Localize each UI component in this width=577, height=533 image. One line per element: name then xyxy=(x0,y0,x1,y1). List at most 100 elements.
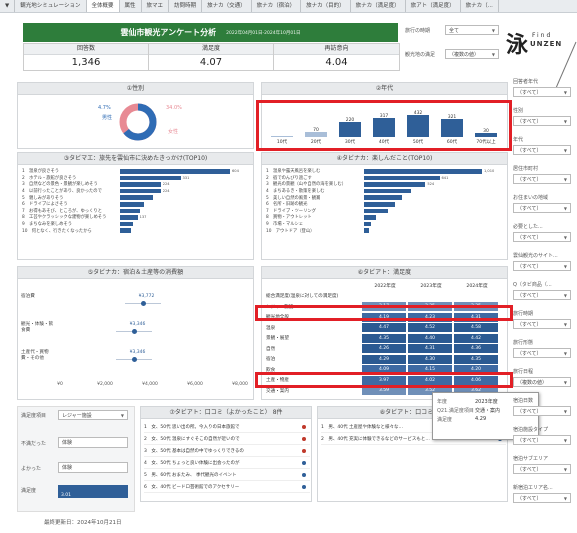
sat-cell[interactable]: 4.35 xyxy=(362,333,406,343)
bar-value: 604 xyxy=(232,169,239,174)
satisfied-field[interactable]: 体験 xyxy=(58,462,128,473)
sheet-tab[interactable]: 観光地シミュレーション xyxy=(15,0,87,12)
bar-row[interactable]: 7 ドライブ・ツーリング xyxy=(266,208,506,215)
sat-row[interactable]: 総合満足度(温泉に対しての満足度) xyxy=(262,291,507,301)
sidebar-filter-select[interactable]: （すべて） ▼ xyxy=(513,174,571,184)
sat-cell[interactable]: 4.31 xyxy=(408,344,452,353)
sat-row[interactable]: 宿泊 4.29 4.30 4.35 xyxy=(262,354,507,364)
sidebar-filter-select[interactable]: （すべて） ▼ xyxy=(513,116,571,126)
sidebar-filter-select[interactable]: （すべて） ▼ xyxy=(513,87,571,97)
spend-dot[interactable] xyxy=(131,329,137,334)
sat-cell[interactable]: 4.52 xyxy=(408,323,452,332)
sat-cell[interactable] xyxy=(454,291,498,301)
sat-cell[interactable]: 4.29 xyxy=(362,354,406,364)
sheet-tab[interactable]: 旅ナカ（宿泊） xyxy=(252,0,302,12)
bar-row[interactable]: 6 ドライブによさそう xyxy=(22,201,252,208)
sheet-tab[interactable]: 旅ナカ（... xyxy=(461,0,499,12)
review-row[interactable]: 1 女、50代 思い出の所。今入りの日本旅館で xyxy=(144,421,310,433)
sat-cell[interactable]: 4.40 xyxy=(408,333,452,343)
review-row[interactable]: 6 女、40代 ビードロ芸術館でのアクセサリー xyxy=(144,481,310,493)
sat-row-label: 自然 xyxy=(266,346,276,352)
review-row[interactable]: 5 男、60代 おまたみ、 季代観光のイベント xyxy=(144,469,310,481)
bar-row[interactable]: 10 アウトドア（登山） xyxy=(266,227,506,234)
age-bar[interactable] xyxy=(441,119,463,137)
sidebar-filter-select[interactable]: （すべて） ▼ xyxy=(513,203,571,213)
panel-title: ③タビマエ：旅先を雲仙市に決めたきっかけ(TOP10) xyxy=(18,153,253,165)
filter-travel-period-select[interactable]: 全て ▼ xyxy=(445,25,499,35)
sat-cell[interactable]: 4.35 xyxy=(454,354,498,364)
spend-axis-tick: ¥6,000 xyxy=(187,382,203,387)
age-bar[interactable] xyxy=(407,115,429,137)
sat-cell[interactable]: 4.26 xyxy=(362,344,406,353)
sheet-tab[interactable]: 旅ナカ（目的） xyxy=(301,0,351,12)
review-row[interactable]: 4 女、50代 ちょっと良い体験に出会ったのが xyxy=(144,457,310,469)
spend-dot[interactable] xyxy=(131,357,137,362)
sat-year-header: 2024年度 xyxy=(466,284,488,289)
bar-row[interactable]: 4 まちあるき・散策を楽しむ xyxy=(266,188,506,195)
gender-male-label: 男性 xyxy=(102,115,113,121)
sheet-tab[interactable]: 旅ナカ（満足度） xyxy=(351,0,406,12)
sidebar-filter-select[interactable]: （すべて） ▼ xyxy=(513,232,571,242)
bar-row[interactable]: 3 観光の景観（山や自然の海を楽しむ） 524 xyxy=(266,181,506,188)
sidebar-filter-select[interactable]: （すべて） ▼ xyxy=(513,493,571,503)
age-bar[interactable] xyxy=(373,118,395,137)
sheet-tab[interactable]: 旅ナカ（交通） xyxy=(202,0,252,12)
bar-row[interactable]: 3 自然などの景色・景観が楽しめそう 224 xyxy=(22,181,252,188)
age-axis-label: 50代 xyxy=(412,140,424,145)
bar-row[interactable]: 4 以前行ったことがあり、良かったので 224 xyxy=(22,188,252,195)
review-row[interactable]: 2 女、50代 温泉にすぐそこの自然が近いので xyxy=(144,433,310,445)
sat-cell[interactable]: 4.36 xyxy=(454,344,498,353)
unsatisfied-field[interactable]: 体験 xyxy=(58,437,128,448)
review-category-select[interactable]: レジャー施設 ▼ xyxy=(58,410,128,420)
sheet-tab[interactable]: 全体概要 xyxy=(86,0,120,12)
review-row[interactable]: 3 女、50代 基本は自然の中でゆっくりできるの xyxy=(144,445,310,457)
bar xyxy=(364,228,369,233)
spend-dot[interactable] xyxy=(140,301,146,306)
filter-satisfaction-select[interactable]: （複数の値） ▼ xyxy=(445,49,499,59)
bar-row[interactable]: 5 美しい自然の風景・観賞 xyxy=(266,194,506,201)
bar-row[interactable]: 9 市場・マルシェ xyxy=(266,221,506,228)
sheet-tab[interactable]: 訪問時期 xyxy=(169,0,203,12)
bar-row[interactable]: 8 工芸やクラッシックな建物が楽しめそう 137 xyxy=(22,214,252,221)
bar-row[interactable]: 10 何となく、行きたくなったから xyxy=(22,227,252,234)
sat-cell[interactable] xyxy=(362,291,406,301)
bar-row[interactable]: 7 お得もあそび、ところが、ゆっくりと xyxy=(22,208,252,215)
sheet-tab[interactable]: 旅マエ xyxy=(142,0,170,12)
sheet-tab[interactable]: 旅アト（満足度） xyxy=(406,0,461,12)
sat-cell[interactable]: 4.58 xyxy=(454,323,498,332)
sheet-tab[interactable]: ▼ xyxy=(0,0,16,12)
bar xyxy=(120,195,153,200)
sat-cell[interactable]: 4.30 xyxy=(408,354,452,364)
motive-bar-list: 1 温泉が良さそう 604 2 ホテル・旅館が良さそう 331 3 自然などの景色・景観… xyxy=(22,168,252,234)
bar-label: 7 ドライブ・ツーリング xyxy=(266,208,316,214)
sidebar-filter-select[interactable]: （すべて） ▼ xyxy=(513,348,571,358)
sidebar-filter-select[interactable]: （すべて） ▼ xyxy=(513,319,571,329)
sidebar-filter-label: 新宿泊エリア名... xyxy=(513,485,553,491)
age-bar[interactable] xyxy=(271,136,293,137)
bar-row[interactable]: 1 温泉が良さそう 604 xyxy=(22,168,252,175)
sidebar-filter-select[interactable]: （すべて） ▼ xyxy=(513,464,571,474)
bar-row[interactable]: 2 ホテル・旅館が良さそう 331 xyxy=(22,175,252,182)
sat-cell[interactable]: 4.47 xyxy=(362,323,406,332)
sidebar-filter-select[interactable]: （すべて） ▼ xyxy=(513,261,571,271)
sat-cell[interactable] xyxy=(408,291,452,301)
bar-row[interactable]: 8 買物・アウトレット xyxy=(266,214,506,221)
sheet-tab[interactable]: 属性 xyxy=(120,0,142,12)
sat-row[interactable]: 温泉 4.47 4.52 4.58 xyxy=(262,323,507,333)
sidebar-filter-select[interactable]: （すべて） ▼ xyxy=(513,145,571,155)
bar-label: 2 ホテル・旅館が良さそう xyxy=(22,175,77,181)
bar-row[interactable]: 2 宿でのんびり過ごす 641 xyxy=(266,175,506,182)
sidebar-filter-select[interactable]: （複数の値） ▼ xyxy=(513,377,571,387)
sat-row[interactable]: 自然 4.26 4.31 4.36 xyxy=(262,344,507,354)
sidebar-filter-select[interactable]: （すべて） ▼ xyxy=(513,290,571,300)
sat-cell[interactable]: 4.42 xyxy=(454,333,498,343)
sat-row[interactable]: 景観・展望 4.35 4.40 4.42 xyxy=(262,333,507,343)
bar-row[interactable]: 9 まちなみを楽しめそう xyxy=(22,221,252,228)
bar-row[interactable]: 1 温泉や露天風呂を楽しむ 1,010 xyxy=(266,168,506,175)
bar-row[interactable]: 5 親しみがありそう xyxy=(22,194,252,201)
bar-row[interactable]: 6 名所・旧跡の観光 xyxy=(266,201,506,208)
sidebar-filter-select[interactable]: （すべて） ▼ xyxy=(513,406,571,416)
age-bar[interactable] xyxy=(339,122,361,137)
spend-axis-tick: ¥2,000 xyxy=(97,382,113,387)
sidebar-filter-select[interactable]: （すべて） ▼ xyxy=(513,435,571,445)
